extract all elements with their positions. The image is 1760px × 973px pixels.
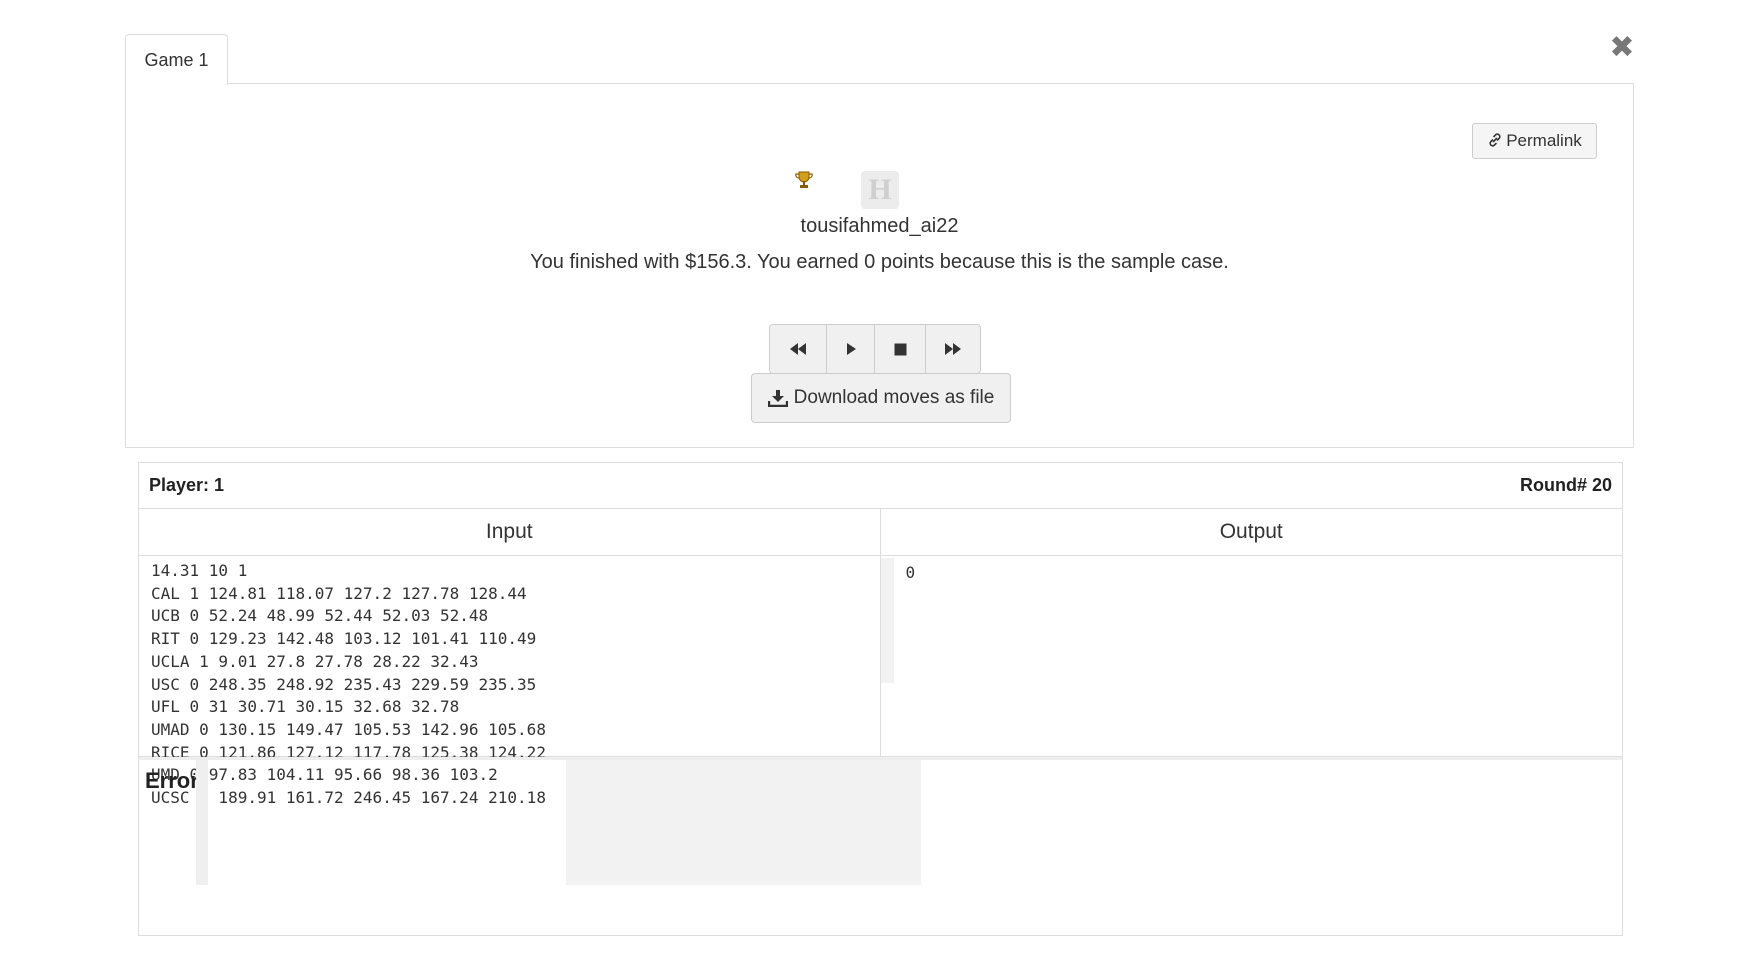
output-title: Output xyxy=(880,509,1622,556)
input-line: RIT 0 129.23 142.48 103.12 101.41 110.49 xyxy=(151,629,537,649)
game-panel: Permalink H tousifahmed_ai22 You finishe… xyxy=(125,83,1634,448)
io-row: Input 14.31 10 1 CAL 1 124.81 118.07 127.… xyxy=(139,509,1622,807)
rewind-icon xyxy=(790,343,806,355)
input-line: UCB 0 52.24 48.99 52.44 52.03 52.48 xyxy=(151,606,489,626)
input-line: 14.31 10 1 xyxy=(151,561,248,580)
play-icon xyxy=(846,343,856,355)
permalink-label: Permalink xyxy=(1506,131,1582,150)
permalink-button[interactable]: Permalink xyxy=(1472,123,1597,159)
round-label: Round# 20 xyxy=(1519,475,1612,495)
result-message: You finished with $156.3. You earned 0 p… xyxy=(530,251,1229,273)
error-label: Error xyxy=(145,768,199,793)
tab-game-1[interactable]: Game 1 xyxy=(125,34,228,85)
error-output xyxy=(566,760,921,885)
rewind-button[interactable] xyxy=(770,325,827,373)
link-icon xyxy=(1489,133,1501,147)
error-area: Error xyxy=(139,757,1622,885)
output-column: Output 0 xyxy=(880,509,1622,756)
fast-forward-icon xyxy=(945,343,961,355)
download-moves-button[interactable]: Download moves as file xyxy=(751,373,1011,423)
player-label: Player: 1 xyxy=(149,475,225,495)
avatar: H xyxy=(861,171,899,209)
username: tousifahmed_ai22 xyxy=(800,215,959,237)
input-title: Input xyxy=(139,509,880,556)
input-line: UCLA 1 9.01 27.8 27.78 28.22 32.43 xyxy=(151,651,479,671)
output-text: 0 xyxy=(905,563,916,582)
download-label: Download moves as file xyxy=(793,387,995,408)
error-scrollbar[interactable] xyxy=(196,760,208,885)
input-line: UFL 0 31 30.71 30.15 32.68 32.78 xyxy=(151,697,460,717)
stop-icon xyxy=(894,343,906,355)
fast-forward-button[interactable] xyxy=(926,325,980,373)
play-button[interactable] xyxy=(827,325,875,373)
stop-button[interactable] xyxy=(875,325,926,373)
input-line: CAL 1 124.81 118.07 127.2 127.78 128.44 xyxy=(151,583,527,603)
input-line: USC 0 248.35 248.92 235.43 229.59 235.35 xyxy=(151,674,537,694)
input-column: Input 14.31 10 1 CAL 1 124.81 118.07 127.… xyxy=(139,509,881,807)
output-scrollbar[interactable] xyxy=(880,558,894,683)
io-section: Player: 1 Round# 20 Input 14.31 10 1 CAL … xyxy=(138,462,1623,936)
input-line: UMAD 0 130.15 149.47 105.53 142.96 105.6… xyxy=(151,719,546,739)
playback-controls xyxy=(769,324,981,374)
trophy-icon xyxy=(795,171,813,188)
download-icon xyxy=(767,390,788,407)
section-header: Player: 1 Round# 20 xyxy=(139,463,1622,509)
close-icon[interactable]: ✖ xyxy=(1608,33,1636,63)
